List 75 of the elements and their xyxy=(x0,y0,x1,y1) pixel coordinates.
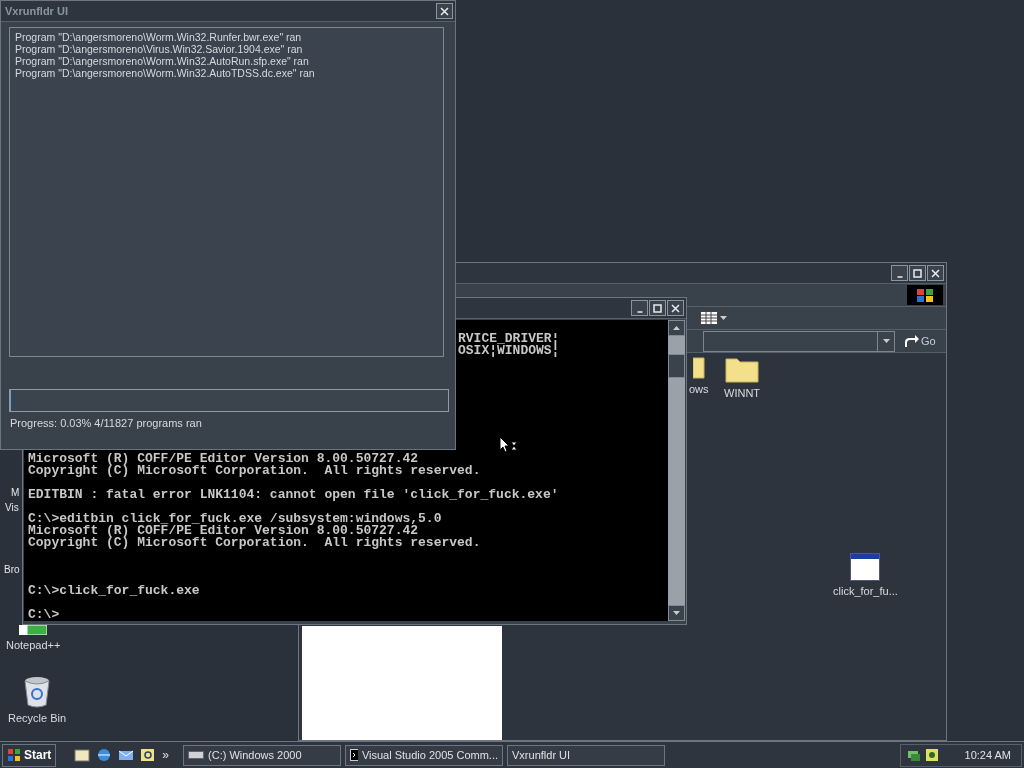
console-line: Copyright (C) Microsoft Corporation. All rights reserved. xyxy=(28,537,482,549)
address-field[interactable] xyxy=(703,330,895,352)
browser-icon[interactable] xyxy=(96,747,113,763)
more-button[interactable]: » xyxy=(162,748,170,762)
console-line: RVICE_DRIVER¦ xyxy=(458,333,561,345)
maximize-button[interactable] xyxy=(909,265,926,281)
maximize-icon xyxy=(653,303,662,313)
file-item[interactable]: click_for_fu... xyxy=(833,553,898,597)
icon-label: Bro xyxy=(4,564,20,575)
scroll-thumb[interactable] xyxy=(668,354,685,378)
scroll-up-button[interactable] xyxy=(668,320,685,336)
notepad-icon xyxy=(19,625,48,635)
maximize-button[interactable] xyxy=(649,300,666,316)
clock: 10:24 AM xyxy=(964,749,1011,761)
desktop-icon[interactable]: Notepad++ xyxy=(6,625,61,651)
console-line: C:\> xyxy=(28,609,61,621)
progress-status: Progress: 0.03% 4/11827 programs ran xyxy=(10,417,203,429)
minimize-button[interactable] xyxy=(631,300,648,316)
program-icon xyxy=(850,553,881,581)
icon-label: Recycle Bin xyxy=(8,712,67,724)
log-line: Program "D:\angersmoreno\Worm.Win32.AutoTDSS.dc.exe" ran xyxy=(15,67,316,79)
cursor-icon xyxy=(499,436,519,453)
minimize-icon xyxy=(896,275,903,278)
close-button[interactable] xyxy=(667,300,684,316)
windows-flag-icon xyxy=(7,748,21,762)
windows-flag-icon xyxy=(915,287,935,303)
folder-icon xyxy=(692,355,705,379)
console-line: Microsoft (R) COFF/PE Editor Version 8.00.50727.42 xyxy=(28,453,419,465)
start-button[interactable]: Start xyxy=(2,743,57,767)
file-item[interactable]: ows xyxy=(689,355,709,395)
log-line: Program "D:\angersmoreno\Virus.Win32.Savior.1904.exe" ran xyxy=(15,43,304,55)
taskbar-button[interactable]: Vxrunfldr UI xyxy=(507,744,666,766)
icon-label: Vis xyxy=(5,502,19,513)
minimize-icon xyxy=(636,310,643,313)
close-button[interactable] xyxy=(436,3,453,19)
log-line: Program "D:\angersmoreno\Worm.Win32.Runfer.bwr.exe" ran xyxy=(15,31,303,43)
minimize-button[interactable] xyxy=(891,265,908,281)
search-icon[interactable] xyxy=(140,747,157,763)
maximize-icon xyxy=(913,268,922,278)
close-icon xyxy=(671,303,680,313)
console-line: EDITBIN : fatal error LNK1104: cannot open file 'click_for_fuck.exe' xyxy=(28,489,560,501)
taskbar-button[interactable]: (C:) Windows 2000 xyxy=(183,744,342,766)
caret-icon xyxy=(882,339,890,343)
network-icon xyxy=(906,748,921,762)
caret-icon xyxy=(673,326,680,330)
console-line: OSIX¦WINDOWS¦ xyxy=(458,345,561,357)
caret-icon xyxy=(673,611,680,615)
console-line: Copyright (C) Microsoft Corporation. All rights reserved. xyxy=(28,465,482,477)
console-line: Microsoft (R) COFF/PE Editor Version 8.00.50727.42 xyxy=(28,525,419,537)
scrollbar[interactable] xyxy=(668,320,685,621)
file-label: click_for_fu... xyxy=(833,585,898,597)
close-button[interactable] xyxy=(927,265,944,281)
log-line: Program "D:\angersmoreno\Worm.Win32.AutoRun.sfp.exe" ran xyxy=(15,55,310,67)
console-icon xyxy=(350,749,358,761)
console-line: C:\>click_for_fuck.exe xyxy=(28,585,201,597)
icon-label: Notepad++ xyxy=(6,639,61,651)
file-label: WINNT xyxy=(724,387,761,399)
go-button[interactable]: Go xyxy=(903,334,943,348)
taskbar-button[interactable]: Visual Studio 2005 Comm... xyxy=(345,744,504,766)
caret-icon xyxy=(720,316,727,320)
file-label: ows xyxy=(689,383,709,395)
arrow-icon xyxy=(903,334,919,348)
desktop-icon[interactable] xyxy=(74,747,91,763)
console-line: C:\>editbin click_for_fuck.exe /subsystem:windows,5.0 xyxy=(28,513,443,525)
close-icon xyxy=(440,6,449,16)
drive-icon xyxy=(188,750,205,760)
recycle-bin-icon xyxy=(23,676,52,708)
close-icon xyxy=(931,268,940,278)
icon-label: M xyxy=(11,487,20,498)
view-button[interactable] xyxy=(700,311,727,325)
window-title: Vxrunfldr UI xyxy=(5,5,68,17)
file-item[interactable]: WINNT xyxy=(724,355,761,399)
scroll-down-button[interactable] xyxy=(668,605,685,621)
desktop-icon[interactable]: Recycle Bin xyxy=(8,676,67,724)
folder-icon xyxy=(725,355,759,383)
